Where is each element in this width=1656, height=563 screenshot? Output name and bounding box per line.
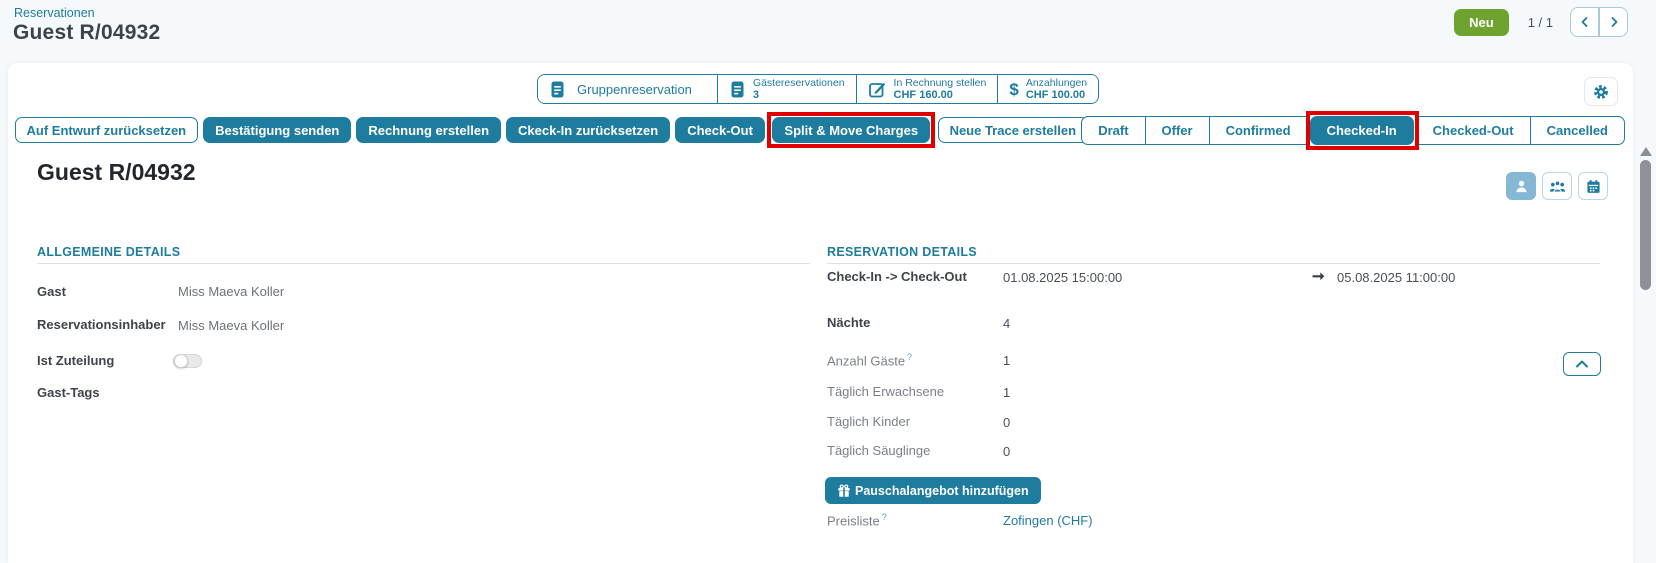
vertical-scrollbar[interactable] xyxy=(1639,140,1653,563)
field-value-naechte: 4 xyxy=(1003,316,1010,331)
arrow-right-icon: ➞ xyxy=(1312,267,1325,285)
help-icon[interactable]: ? xyxy=(907,352,912,362)
scroll-thumb[interactable] xyxy=(1640,160,1651,290)
smart-buttons: Gruppenreservation Gästereservationen 3 … xyxy=(537,74,1099,104)
field-label-gast: Gast xyxy=(37,284,66,299)
document-icon xyxy=(549,80,566,99)
ist-zuteilung-toggle[interactable] xyxy=(173,354,202,368)
chevron-left-icon xyxy=(1579,16,1591,28)
split-move-charges-button[interactable]: Split & Move Charges xyxy=(772,117,930,143)
reset-checkin-button[interactable]: Ckeck-In zurücksetzen xyxy=(506,117,670,143)
top-header: Reservationen Guest R/04932 Neu 1 / 1 xyxy=(0,0,1656,63)
field-value-gast[interactable]: Miss Maeva Koller xyxy=(178,284,284,299)
field-value-taeglich-kinder[interactable]: 0 xyxy=(1003,415,1010,430)
field-label-preisliste: Preisliste? xyxy=(827,512,887,528)
smart-button-label: Anzahlungen xyxy=(1026,77,1087,89)
field-label-taeglich-saeuglinge: Täglich Säuglinge xyxy=(827,443,930,458)
view-person-button[interactable] xyxy=(1506,172,1536,200)
field-value-checkout[interactable]: 05.08.2025 11:00:00 xyxy=(1337,270,1455,285)
calendar-icon xyxy=(1586,179,1601,194)
view-group-button[interactable] xyxy=(1542,172,1572,200)
pager xyxy=(1570,7,1628,37)
highlight-box-checked-in: Checked-In xyxy=(1306,111,1419,150)
status-checked-out[interactable]: Checked-Out xyxy=(1416,116,1531,145)
view-calendar-button[interactable] xyxy=(1578,172,1608,200)
field-value-checkin[interactable]: 01.08.2025 15:00:00 xyxy=(1003,270,1122,285)
dollar-icon: $ xyxy=(1009,81,1018,98)
field-value-taeglich-erwachsene[interactable]: 1 xyxy=(1003,385,1010,400)
chevron-up-icon xyxy=(1575,359,1589,369)
page-title: Guest R/04932 xyxy=(13,21,160,45)
field-label-naechte: Nächte xyxy=(827,315,870,330)
section-divider xyxy=(827,263,1600,264)
send-confirmation-button[interactable]: Bestätigung senden xyxy=(203,117,351,143)
scroll-up-icon[interactable] xyxy=(1640,147,1652,156)
document-icon xyxy=(729,80,746,99)
deposits-smart-button[interactable]: $ Anzahlungen CHF 100.00 xyxy=(998,75,1098,103)
field-value-reservationsinhaber[interactable]: Miss Maeva Koller xyxy=(178,318,284,333)
field-value-taeglich-saeuglinge[interactable]: 0 xyxy=(1003,444,1010,459)
new-button[interactable]: Neu xyxy=(1454,9,1509,36)
form-card: Gruppenreservation Gästereservationen 3 … xyxy=(8,63,1633,563)
new-trace-button[interactable]: Neue Trace erstellen xyxy=(938,117,1088,143)
field-label-taeglich-kinder: Täglich Kinder xyxy=(827,414,910,429)
smart-button-value: CHF 160.00 xyxy=(894,89,953,102)
field-value-anzahl-gaeste[interactable]: 1 xyxy=(1003,353,1010,368)
check-out-button[interactable]: Check-Out xyxy=(675,117,765,143)
smart-button-value: CHF 100.00 xyxy=(1026,89,1085,102)
create-invoice-button[interactable]: Rechnung erstellen xyxy=(356,117,501,143)
status-offer[interactable]: Offer xyxy=(1145,116,1210,145)
reset-to-draft-button[interactable]: Auf Entwurf zurücksetzen xyxy=(15,117,199,143)
field-label-taeglich-erwachsene: Täglich Erwachsene xyxy=(827,384,944,399)
guest-reservations-smart-button[interactable]: Gästereservationen 3 xyxy=(718,75,857,103)
smart-button-label: In Rechnung stellen xyxy=(894,77,987,89)
section-title-reservation: RESERVATION DETAILS xyxy=(827,245,977,259)
section-title-general: ALLGEMEINE DETAILS xyxy=(37,245,180,259)
pricelist-link[interactable]: Zofingen (CHF) xyxy=(1003,513,1093,528)
header-controls: Neu 1 / 1 xyxy=(1454,7,1628,37)
pager-prev-button[interactable] xyxy=(1570,7,1599,37)
toggle-knob xyxy=(174,354,188,368)
statusbar: Draft Offer Confirmed Checked-In Checked… xyxy=(1081,113,1625,147)
smart-button-label: Gästereservationen xyxy=(753,77,845,89)
group-reservation-smart-button[interactable]: Gruppenreservation xyxy=(538,75,718,103)
collapse-button[interactable] xyxy=(1563,352,1601,376)
field-label-ist-zuteilung: Ist Zuteilung xyxy=(37,353,114,368)
field-label-checkin-checkout: Check-In -> Check-Out xyxy=(827,269,967,284)
pager-count: 1 / 1 xyxy=(1528,15,1553,30)
chevron-right-icon xyxy=(1608,16,1620,28)
status-confirmed[interactable]: Confirmed xyxy=(1209,116,1308,145)
section-divider xyxy=(37,263,810,264)
form-title: Guest R/04932 xyxy=(37,159,196,186)
pager-next-button[interactable] xyxy=(1599,7,1628,37)
help-icon[interactable]: ? xyxy=(882,512,887,522)
smart-button-label: Gruppenreservation xyxy=(573,82,706,97)
edit-icon xyxy=(868,80,887,99)
field-label-gast-tags: Gast-Tags xyxy=(37,385,100,400)
add-package-button[interactable]: Pauschalangebot hinzufügen xyxy=(825,477,1041,504)
settings-gear-button[interactable] xyxy=(1584,77,1618,106)
person-icon xyxy=(1514,179,1529,194)
add-package-label: Pauschalangebot hinzufügen xyxy=(855,484,1029,498)
gear-icon xyxy=(1593,84,1609,100)
group-icon xyxy=(1549,179,1566,194)
status-cancelled[interactable]: Cancelled xyxy=(1530,116,1625,145)
status-draft[interactable]: Draft xyxy=(1081,116,1145,145)
field-label-anzahl-gaeste: Anzahl Gäste? xyxy=(827,352,912,368)
gift-icon xyxy=(837,484,851,498)
status-checked-in[interactable]: Checked-In xyxy=(1310,116,1414,145)
smart-button-value: 3 xyxy=(753,89,759,102)
view-switcher xyxy=(1506,172,1608,200)
breadcrumb[interactable]: Reservationen xyxy=(14,6,95,20)
invoice-smart-button[interactable]: In Rechnung stellen CHF 160.00 xyxy=(857,75,999,103)
field-label-reservationsinhaber: Reservationsinhaber xyxy=(37,317,166,332)
highlight-box-split-move: Split & Move Charges xyxy=(767,112,935,148)
